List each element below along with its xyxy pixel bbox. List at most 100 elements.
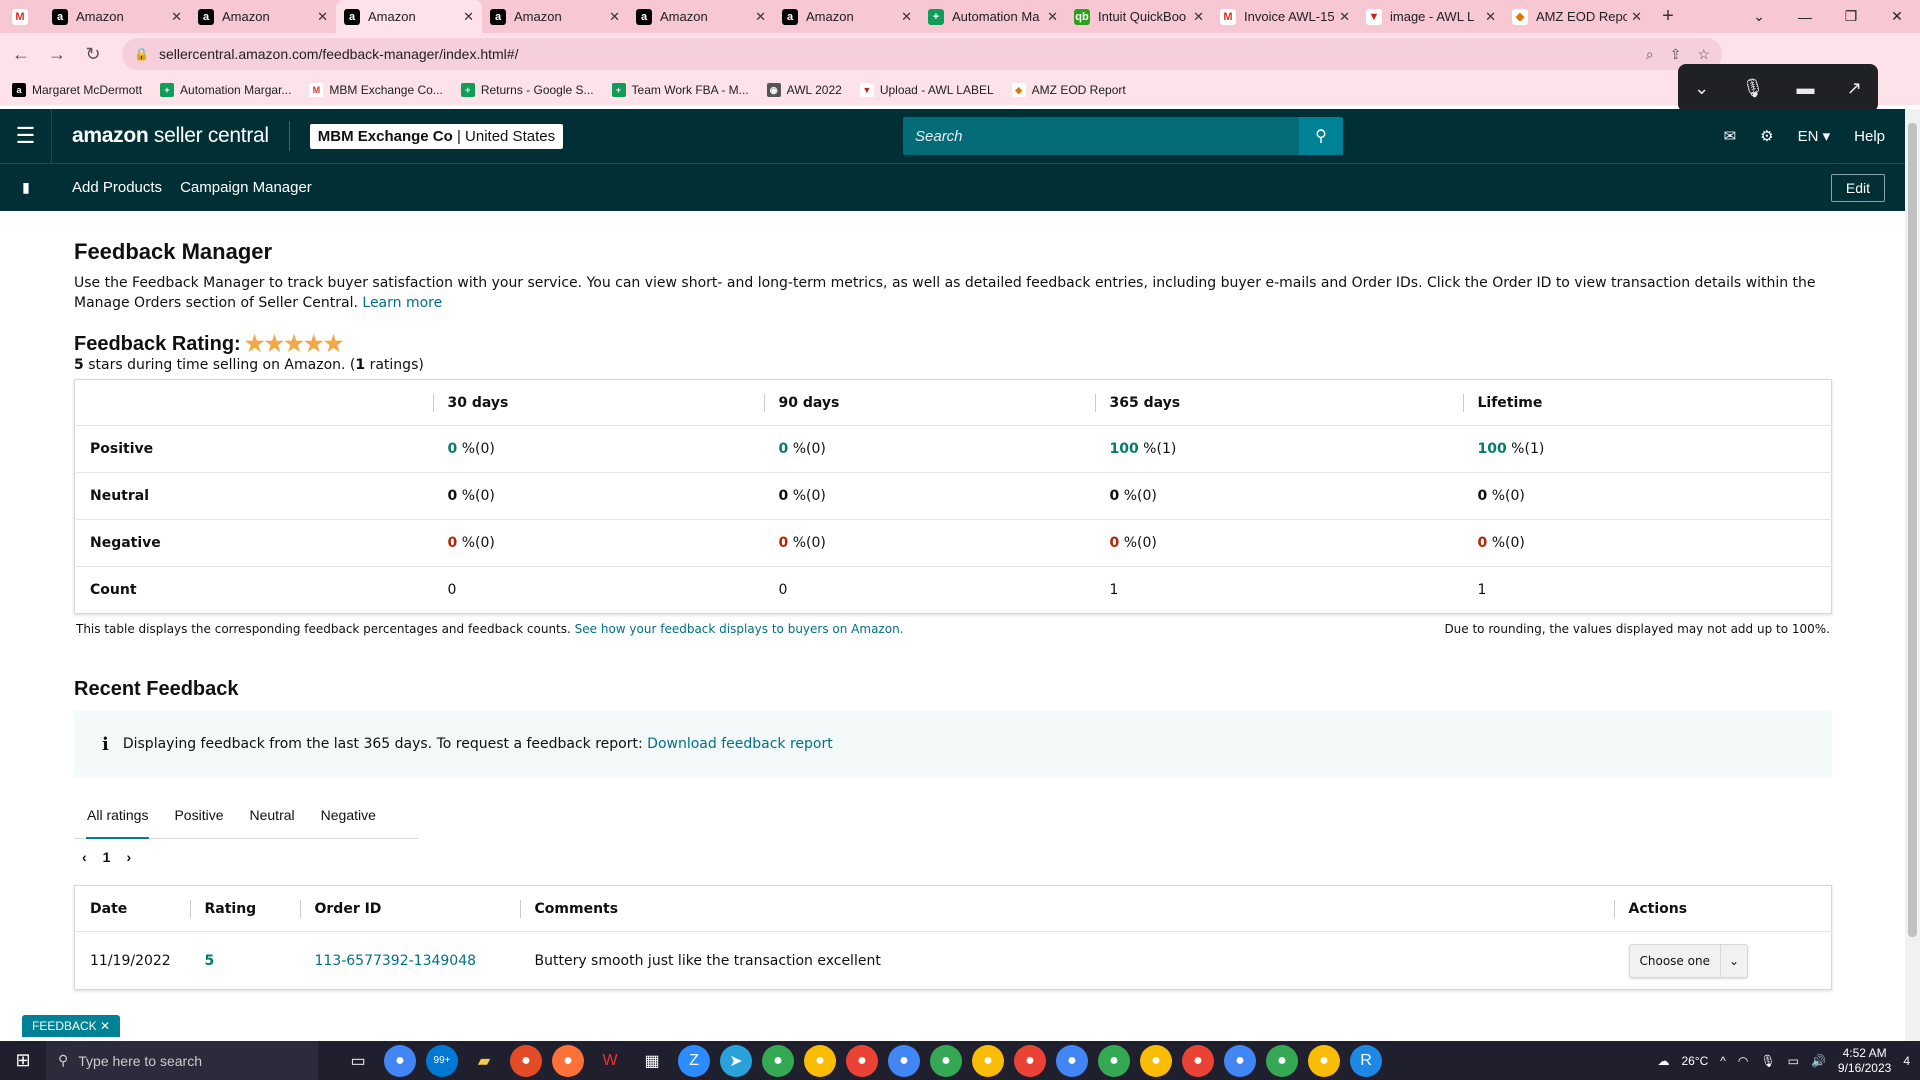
open-external-icon[interactable]: ↗ [1847, 78, 1862, 99]
chrome-profile-icon[interactable]: ● [1224, 1044, 1256, 1077]
search-button[interactable]: ⚲ [1299, 117, 1343, 155]
minimize-button[interactable]: — [1782, 0, 1828, 33]
chrome-profile-icon[interactable]: ● [972, 1044, 1004, 1077]
tab-neutral[interactable]: Neutral [237, 791, 308, 839]
chrome-profile-icon[interactable]: ● [762, 1044, 794, 1077]
mail-app-icon[interactable]: 99+ [426, 1044, 458, 1077]
menu-icon[interactable]: ☰ [0, 109, 52, 163]
network-icon[interactable]: ◠ [1738, 1054, 1748, 1068]
bookmark-item[interactable]: ◉ AWL 2022 [766, 83, 842, 97]
tab-negative[interactable]: Negative [308, 791, 389, 839]
order-id-link[interactable]: 113-6577392-1349048 [315, 953, 477, 969]
learn-more-link[interactable]: Learn more [362, 295, 442, 311]
chrome-profile-icon[interactable]: ● [1266, 1044, 1298, 1077]
campaign-manager-link[interactable]: Campaign Manager [180, 179, 312, 196]
windows-start-icon[interactable]: ⊞ [0, 1050, 46, 1071]
bookmark-item[interactable]: a Margaret McDermott [12, 83, 142, 97]
mic-icon[interactable]: 🎙 [1760, 1054, 1775, 1068]
browser-tab[interactable]: a Amazon ✕ [44, 0, 190, 33]
tray-expand-icon[interactable]: ^ [1720, 1054, 1726, 1068]
volume-icon[interactable]: 🔊 [1811, 1054, 1826, 1068]
browser-tab[interactable]: a Amazon ✕ [190, 0, 336, 33]
url-input[interactable]: 🔒 sellercentral.amazon.com/feedback-mana… [122, 38, 1722, 70]
account-switcher[interactable]: MBM Exchange Co | United States [309, 123, 564, 149]
maximize-button[interactable]: ❐ [1828, 0, 1874, 33]
current-page[interactable]: 1 [103, 849, 111, 865]
clock[interactable]: 4:52 AM 9/16/2023 [1838, 1046, 1891, 1076]
tab-search-icon[interactable]: ⌄ [1736, 0, 1782, 33]
share-icon[interactable]: ⇪ [1670, 46, 1682, 63]
chrome-profile-icon[interactable]: ● [1308, 1044, 1340, 1077]
collapse-icon[interactable]: ⌄ [1694, 78, 1709, 99]
wps-icon[interactable]: W [594, 1045, 626, 1077]
search-input[interactable] [903, 117, 1299, 155]
close-tab-icon[interactable]: ✕ [901, 9, 912, 25]
language-selector[interactable]: EN ▾ [1798, 127, 1831, 145]
bookmark-item[interactable]: + Automation Margar... [160, 83, 291, 97]
browser-tab[interactable]: a Amazon ✕ [482, 0, 628, 33]
buyer-display-link[interactable]: See how your feedback displays to buyers… [575, 622, 904, 636]
close-tab-icon[interactable]: ✕ [1193, 9, 1204, 25]
chrome-icon[interactable]: ● [384, 1044, 416, 1077]
notifications-icon[interactable]: 4 [1903, 1054, 1910, 1068]
actions-dropdown[interactable]: Choose one ⌄ [1628, 943, 1749, 978]
chrome-profile-icon[interactable]: ● [1098, 1044, 1130, 1077]
close-tab-icon[interactable]: ✕ [1485, 9, 1496, 25]
taskbar-search[interactable]: ⚲ Type here to search [46, 1041, 318, 1080]
close-tab-icon[interactable]: ✕ [171, 9, 182, 25]
weather-icon[interactable]: ☁ [1657, 1054, 1669, 1068]
browser-tab[interactable]: a Amazon ✕ [336, 0, 482, 33]
browser-tab[interactable]: + Automation Ma ✕ [920, 0, 1066, 33]
telegram-icon[interactable]: ➤ [720, 1044, 752, 1077]
seller-central-logo[interactable]: amazon seller central [72, 124, 269, 148]
feedback-widget[interactable]: FEEDBACK ✕ [22, 1015, 121, 1037]
tab-gmail[interactable]: M [0, 0, 44, 33]
browser-tab[interactable]: M Invoice AWL-15 ✕ [1212, 0, 1358, 33]
gear-icon[interactable]: ⚙ [1760, 127, 1773, 145]
prev-page-icon[interactable]: ‹ [82, 849, 87, 865]
close-tab-icon[interactable]: ✕ [463, 9, 474, 25]
close-tab-icon[interactable]: ✕ [1631, 9, 1642, 25]
help-link[interactable]: Help [1854, 128, 1885, 145]
chrome-profile-icon[interactable]: ● [1056, 1044, 1088, 1077]
tab-all-ratings[interactable]: All ratings [74, 791, 161, 839]
close-tab-icon[interactable]: ✕ [609, 9, 620, 25]
remote-app-icon[interactable]: R [1350, 1044, 1382, 1077]
zoom-icon[interactable]: ⌕ [1646, 46, 1654, 63]
download-report-link[interactable]: Download feedback report [647, 736, 833, 752]
scrollbar-thumb[interactable] [1908, 123, 1917, 937]
close-tab-icon[interactable]: ✕ [1047, 9, 1058, 25]
bookmark-star-icon[interactable]: ☆ [1697, 46, 1710, 63]
chrome-profile-icon[interactable]: ● [1140, 1044, 1172, 1077]
next-page-icon[interactable]: › [126, 849, 131, 865]
file-explorer-icon[interactable]: ▰ [468, 1045, 500, 1077]
battery-icon[interactable]: ▭ [1788, 1054, 1799, 1068]
close-tab-icon[interactable]: ✕ [1339, 9, 1350, 25]
camera-icon[interactable]: ▬ [1797, 78, 1815, 99]
close-tab-icon[interactable]: ✕ [755, 9, 766, 25]
chrome-profile-icon[interactable]: ● [930, 1044, 962, 1077]
browser-tab[interactable]: ◆ AMZ EOD Repo ✕ [1504, 0, 1650, 33]
chrome-canary-icon[interactable]: ● [510, 1044, 542, 1077]
bookmark-item[interactable]: + Team Work FBA - M... [611, 83, 749, 97]
firefox-icon[interactable]: ● [552, 1044, 584, 1077]
vertical-scrollbar[interactable] [1905, 109, 1920, 1041]
add-products-link[interactable]: Add Products [72, 179, 162, 196]
weather-temp[interactable]: 26°C [1681, 1054, 1708, 1068]
chrome-profile-icon[interactable]: ● [1014, 1044, 1046, 1077]
bookmark-item[interactable]: ▼ Upload - AWL LABEL [859, 83, 994, 97]
mic-muted-icon[interactable]: 🎙 [1741, 78, 1764, 99]
forward-icon[interactable]: → [42, 44, 72, 65]
close-tab-icon[interactable]: ✕ [317, 9, 328, 25]
zoom-app-icon[interactable]: Z [678, 1044, 710, 1077]
reload-icon[interactable]: ↻ [78, 44, 108, 65]
task-view-icon[interactable]: ▭ [342, 1045, 374, 1077]
browser-tab[interactable]: ▼ image - AWL L ✕ [1358, 0, 1504, 33]
chrome-profile-icon[interactable]: ● [846, 1044, 878, 1077]
chrome-profile-icon[interactable]: ● [1182, 1044, 1214, 1077]
calculator-icon[interactable]: ▦ [636, 1045, 668, 1077]
bookmark-item[interactable]: ◆ AMZ EOD Report [1011, 83, 1126, 97]
bookmark-icon[interactable]: ▮ [0, 179, 52, 196]
edit-button[interactable]: Edit [1830, 174, 1885, 202]
tab-positive[interactable]: Positive [161, 791, 236, 839]
